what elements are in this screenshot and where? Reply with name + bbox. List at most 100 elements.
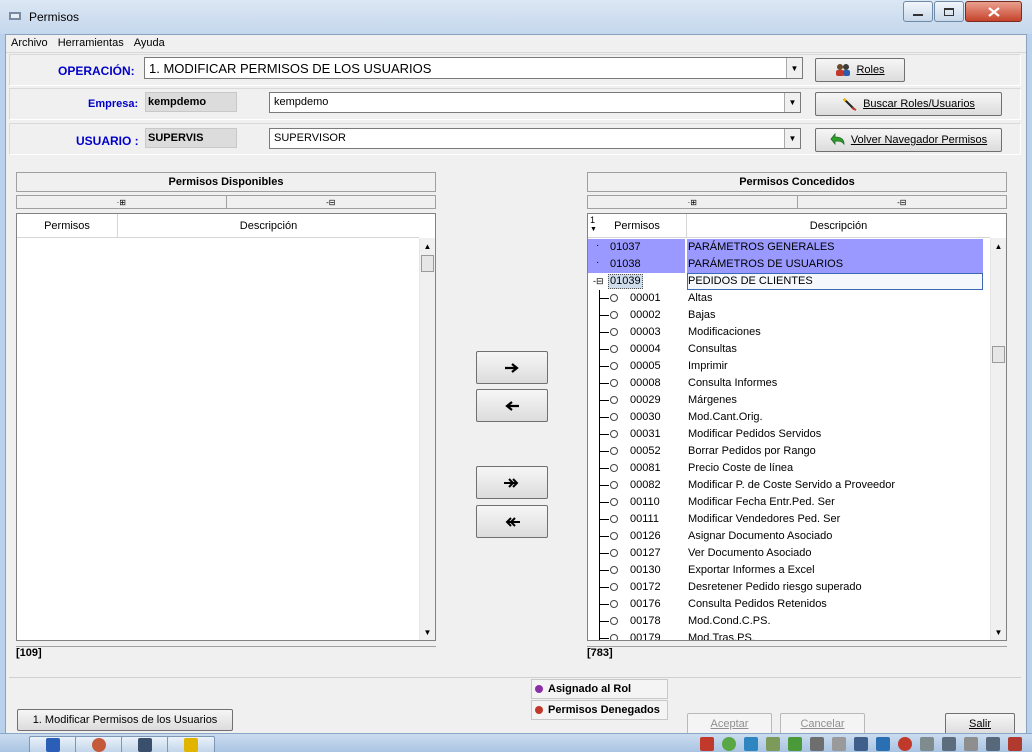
tray-icon[interactable] [700, 737, 714, 751]
tree-row[interactable]: 00004 Consultas [588, 341, 989, 358]
taskbar-erp-button[interactable] [121, 736, 169, 752]
tray-icon[interactable] [920, 737, 934, 751]
collapse-all-icon[interactable]: -⊟ [797, 196, 1006, 208]
tray-icon[interactable] [898, 737, 912, 751]
tree-row[interactable]: 00002 Bajas [588, 307, 989, 324]
assigned-dot-icon [535, 685, 543, 693]
leaf-node-icon [610, 617, 618, 625]
tree-row[interactable]: 00029 Márgenes [588, 392, 989, 409]
tree-row[interactable]: 00082 Modificar P. de Coste Servido a Pro… [588, 477, 989, 494]
permiso-code: 00178 [630, 615, 661, 627]
operacion-row: OPERACIÓN: 1. MODIFICAR PERMISOS DE LOS … [9, 54, 1021, 86]
expand-all-icon[interactable]: ·⊞ [588, 196, 798, 208]
tray-icon[interactable] [876, 737, 890, 751]
permisos-disponibles-grid[interactable]: Permisos Descripción ▲ ▼ [16, 213, 436, 641]
tray-icon[interactable] [788, 737, 802, 751]
menu-ayuda[interactable]: Ayuda [129, 35, 170, 52]
taskbar-app-button[interactable] [75, 736, 123, 752]
tray-icon[interactable] [854, 737, 868, 751]
expand-all-icon[interactable]: ·⊞ [17, 196, 227, 208]
tree-row[interactable]: 00172 Desretener Pedido riesgo superado [588, 579, 989, 596]
buscar-roles-usuarios-button[interactable]: Buscar Roles/Usuarios [815, 92, 1002, 116]
tree-row[interactable]: 00130 Exportar Informes a Excel [588, 562, 989, 579]
tray-icon[interactable] [942, 737, 956, 751]
left-vertical-scrollbar[interactable]: ▲ ▼ [419, 238, 435, 640]
tree-line [599, 536, 609, 537]
left-col-descripcion[interactable]: Descripción [118, 214, 419, 237]
right-col-permisos[interactable]: 1 ▼ Permisos [588, 214, 687, 237]
scroll-down-icon[interactable]: ▼ [420, 624, 435, 640]
menu-herramientas[interactable]: Herramientas [53, 35, 129, 52]
tray-icon[interactable] [1008, 737, 1022, 751]
usuario-combo[interactable]: SUPERVISOR ▼ [269, 128, 801, 149]
tray-icon[interactable] [744, 737, 758, 751]
left-col-permisos[interactable]: Permisos [17, 214, 118, 237]
tree-line [599, 519, 609, 520]
modificar-permisos-usuarios-tab[interactable]: 1. Modificar Permisos de los Usuarios [17, 709, 233, 731]
volver-navegador-permisos-button[interactable]: Volver Navegador Permisos [815, 128, 1002, 152]
aceptar-button[interactable]: Aceptar [687, 713, 772, 735]
remove-all-button[interactable] [476, 505, 548, 538]
tray-icon[interactable] [722, 737, 736, 751]
tree-row[interactable]: 00001 Altas [588, 290, 989, 307]
tray-icon[interactable] [986, 737, 1000, 751]
roles-button[interactable]: Roles [815, 58, 905, 82]
tray-icon[interactable] [964, 737, 978, 751]
empresa-combo[interactable]: kempdemo ▼ [269, 92, 801, 113]
tree-row[interactable]: 00127 Ver Documento Asociado [588, 545, 989, 562]
tree-row[interactable]: 00008 Consulta Informes [588, 375, 989, 392]
menu-archivo[interactable]: Archivo [6, 35, 53, 52]
right-tree-body: · 01037 PARÁMETROS GENERALES · 01038 PARÁMETR… [588, 238, 990, 640]
tree-row[interactable]: 00110 Modificar Fecha Entr.Ped. Ser [588, 494, 989, 511]
right-vertical-scrollbar[interactable]: ▲ ▼ [990, 238, 1006, 640]
app-icon [92, 738, 106, 752]
left-grid-header: Permisos Descripción [17, 214, 419, 238]
maximize-button[interactable] [934, 1, 964, 22]
permiso-code: 00126 [630, 530, 661, 542]
scroll-up-icon[interactable]: ▲ [991, 238, 1006, 254]
permiso-descripcion: Consultas [688, 343, 737, 355]
scroll-thumb[interactable] [992, 346, 1005, 363]
tree-row[interactable]: 00005 Imprimir [588, 358, 989, 375]
tray-icon[interactable] [832, 737, 846, 751]
remove-selected-button[interactable] [476, 389, 548, 422]
leaf-node-icon [610, 447, 618, 455]
tree-row[interactable]: 00178 Mod.Cond.C.PS. [588, 613, 989, 630]
taskbar-permisos-button[interactable] [167, 736, 215, 752]
taskbar-word-button[interactable] [29, 736, 77, 752]
close-button[interactable] [965, 1, 1022, 22]
tree-row[interactable]: -⊟ 01039 PEDIDOS DE CLIENTES [588, 273, 989, 290]
tree-row[interactable]: 00081 Precio Coste de línea [588, 460, 989, 477]
scroll-down-icon[interactable]: ▼ [991, 624, 1006, 640]
right-col-descripcion[interactable]: Descripción [687, 214, 990, 237]
add-all-button[interactable] [476, 466, 548, 499]
permisos-concedidos-grid[interactable]: 1 ▼ Permisos Descripción · 01037 PARÁMETRO… [587, 213, 1007, 641]
cancelar-button[interactable]: Cancelar [780, 713, 865, 735]
tray-icon[interactable] [766, 737, 780, 751]
tree-row[interactable]: 00031 Modificar Pedidos Servidos [588, 426, 989, 443]
collapse-all-icon[interactable]: -⊟ [226, 196, 435, 208]
tree-row[interactable]: 00126 Asignar Documento Asociado [588, 528, 989, 545]
chevron-down-icon[interactable]: ▼ [784, 93, 800, 112]
chevron-down-icon[interactable]: ▼ [784, 129, 800, 148]
scroll-up-icon[interactable]: ▲ [420, 238, 435, 254]
salir-button[interactable]: Salir [945, 713, 1015, 735]
tree-row[interactable]: 00003 Modificaciones [588, 324, 989, 341]
tree-row[interactable]: 00052 Borrar Pedidos por Rango [588, 443, 989, 460]
tree-row[interactable]: 00179 Mod.Tras.PS. [588, 630, 989, 640]
legend-assigned-label: Asignado al Rol [548, 683, 632, 695]
tree-row[interactable]: · 01037 PARÁMETROS GENERALES [588, 239, 989, 256]
right-tree-toolbar: ·⊞ -⊟ [587, 195, 1007, 209]
tree-row[interactable]: · 01038 PARÁMETROS DE USUARIOS [588, 256, 989, 273]
main-window: Archivo Herramientas Ayuda OPERACIÓN: 1.… [5, 34, 1027, 740]
left-tree-toolbar: ·⊞ -⊟ [16, 195, 436, 209]
operacion-combo[interactable]: 1. MODIFICAR PERMISOS DE LOS USUARIOS ▼ [144, 57, 803, 79]
minimize-button[interactable] [903, 1, 933, 22]
chevron-down-icon[interactable]: ▼ [786, 58, 802, 78]
tree-row[interactable]: 00111 Modificar Vendedores Ped. Ser [588, 511, 989, 528]
add-selected-button[interactable] [476, 351, 548, 384]
tray-icon[interactable] [810, 737, 824, 751]
tree-row[interactable]: 00176 Consulta Pedidos Retenidos [588, 596, 989, 613]
tree-row[interactable]: 00030 Mod.Cant.Orig. [588, 409, 989, 426]
scroll-thumb[interactable] [421, 255, 434, 272]
